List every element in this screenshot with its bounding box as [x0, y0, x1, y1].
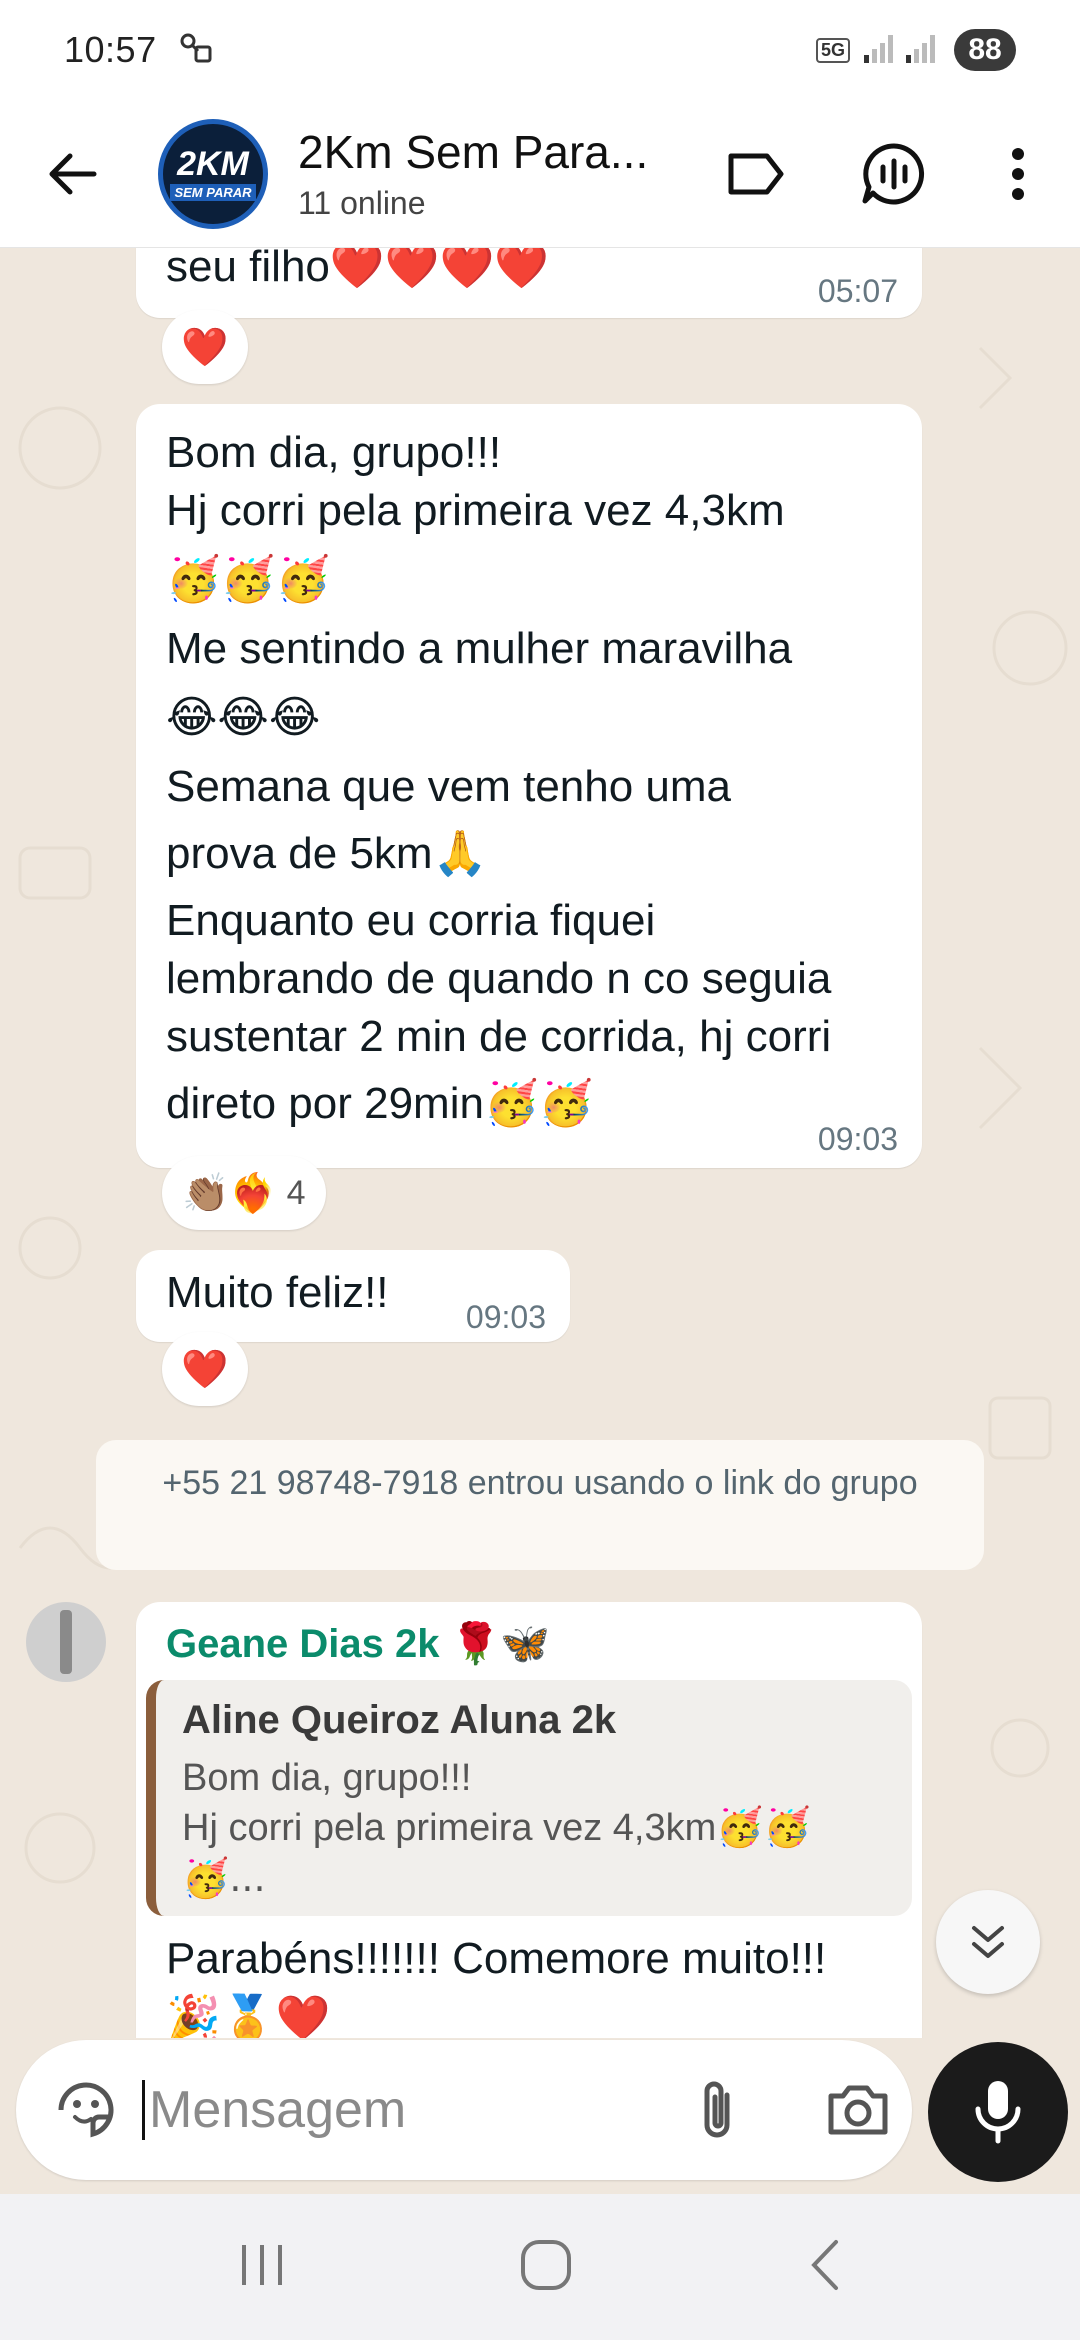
- chat-title-block[interactable]: 2Km Sem Para... 11 online: [298, 125, 678, 222]
- message-line: Enquanto eu corria fiquei: [166, 896, 656, 945]
- message-line: 🥳🥳🥳: [166, 554, 331, 605]
- label-icon[interactable]: [716, 134, 796, 214]
- message-line: direto por 29min🥳🥳: [166, 1079, 594, 1128]
- reaction-emojis: 👏🏽❤️‍🔥: [182, 1170, 277, 1215]
- quoted-line: Hj corri pela primeira vez 4,3km🥳🥳: [182, 1807, 811, 1849]
- system-message: +55 21 98748-7918 entrou usando o link d…: [96, 1440, 984, 1570]
- avatar-figure: [60, 1610, 72, 1674]
- message-bubble-3[interactable]: Muito feliz!! 09:03: [136, 1250, 570, 1342]
- system-nav-bar: [0, 2194, 1080, 2340]
- double-chevron-down-icon[interactable]: [936, 1890, 1040, 1994]
- chat-header: 2KM SEM PARAR 2Km Sem Para... 11 online: [0, 100, 1080, 248]
- chat-title: 2Km Sem Para...: [298, 126, 649, 178]
- network-label: 5G: [815, 37, 850, 63]
- message-text-block: Bom dia, grupo!!! Hj corri pela primeira…: [166, 424, 906, 1142]
- message-time: 05:07: [817, 273, 898, 309]
- status-right: 5G 88: [815, 29, 1016, 71]
- message-input-bar: [16, 2040, 912, 2180]
- message-reaction[interactable]: ❤️: [162, 1332, 248, 1406]
- message-reactions[interactable]: 👏🏽❤️‍🔥 4: [162, 1156, 326, 1230]
- quoted-line: Bom dia, grupo!!!: [182, 1757, 472, 1799]
- message-text: Muito feliz!!: [166, 1268, 389, 1317]
- message-time: 09:03: [465, 1299, 546, 1335]
- sticker-icon[interactable]: [46, 2070, 126, 2150]
- vpn-key-icon: [179, 31, 213, 70]
- recent-apps-icon[interactable]: [236, 2239, 288, 2296]
- status-left: 10:57: [64, 29, 213, 71]
- message-line: prova de 5km🙏: [166, 829, 488, 878]
- signal-icon: [862, 31, 942, 70]
- message-line: Bom dia, grupo!!!: [166, 428, 502, 477]
- reaction-count: 4: [286, 1173, 306, 1212]
- message-bubble-1[interactable]: seu filho❤️❤️❤️❤️ 05:07: [136, 248, 922, 318]
- sender-name[interactable]: Geane Dias 2k 🌹🦋: [166, 1620, 550, 1667]
- message-input[interactable]: [142, 2080, 642, 2140]
- message-line: lembrando de quando n co seguia: [166, 954, 832, 1003]
- status-bar: 10:57 5G 88: [0, 0, 1080, 100]
- group-avatar[interactable]: 2KM SEM PARAR: [158, 118, 268, 229]
- heart-reaction: ❤️: [181, 1346, 229, 1391]
- quoted-message[interactable]: Aline Queiroz Aluna 2k Bom dia, grupo!!!…: [146, 1680, 912, 1916]
- reply-text: Parabéns!!!!!!! Comemore muito!!!: [166, 1934, 827, 1983]
- reply-emojis: 🎉🏅❤️: [166, 1993, 331, 2038]
- camera-icon[interactable]: [818, 2070, 898, 2150]
- message-line: Hj corri pela primeira vez 4,3km: [166, 486, 785, 535]
- message-line: 😂😂😂: [166, 692, 321, 743]
- heart-reaction: ❤️: [181, 324, 229, 369]
- message-text: seu filho❤️❤️❤️❤️: [166, 248, 550, 291]
- message-line: Semana que vem tenho uma: [166, 762, 732, 811]
- message-reaction[interactable]: ❤️: [162, 310, 248, 384]
- more-vertical-icon[interactable]: [978, 134, 1058, 214]
- chat-area[interactable]: seu filho❤️❤️❤️❤️ 05:07 ❤️ Bom dia, grup…: [0, 248, 1080, 2038]
- home-icon[interactable]: [519, 2238, 573, 2297]
- message-bubble-2[interactable]: Bom dia, grupo!!! Hj corri pela primeira…: [136, 404, 922, 1168]
- microphone-icon[interactable]: [928, 2042, 1068, 2182]
- status-time: 10:57: [64, 29, 157, 70]
- battery-badge: 88: [954, 29, 1016, 71]
- header-actions: [716, 100, 1080, 248]
- quoted-line: 🥳...: [182, 1856, 266, 1900]
- message-line: sustentar 2 min de corrida, hj corri: [166, 1012, 832, 1061]
- arrow-left-icon[interactable]: [36, 138, 108, 210]
- group-avatar-text: 2KM: [177, 144, 249, 183]
- message-line: Me sentindo a mulher maravilha: [166, 624, 793, 673]
- message-time: 09:03: [817, 1121, 898, 1157]
- sender-avatar[interactable]: [26, 1602, 106, 1682]
- quoted-sender-name: Aline Queiroz Aluna 2k: [182, 1698, 617, 1742]
- chat-subtitle: 11 online: [298, 185, 426, 221]
- group-avatar-subtext: SEM PARAR: [170, 183, 256, 201]
- paperclip-icon[interactable]: [678, 2070, 758, 2150]
- voice-chat-icon[interactable]: [854, 134, 934, 214]
- back-nav-icon[interactable]: [804, 2238, 844, 2297]
